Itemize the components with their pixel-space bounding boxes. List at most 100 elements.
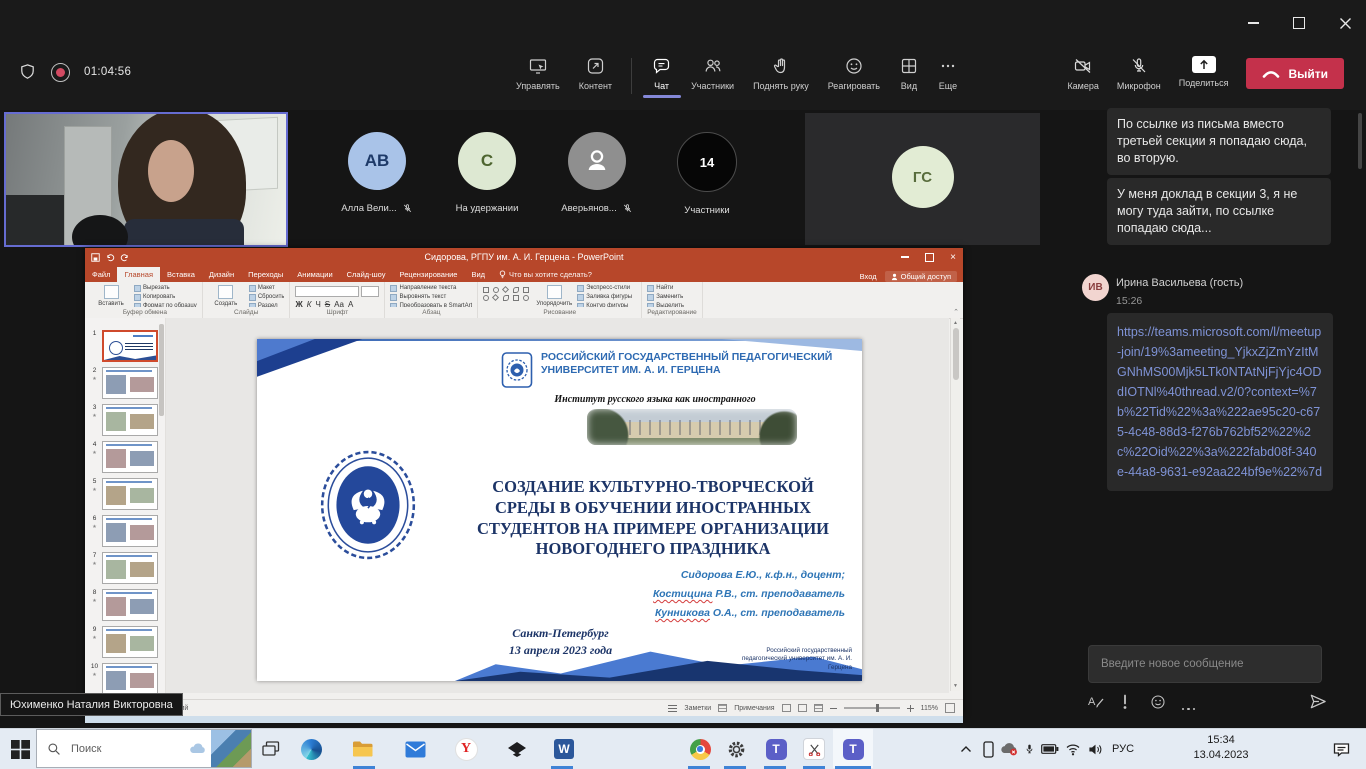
toolbar-more-button[interactable]: Еще (938, 56, 958, 91)
speaker-video-tile[interactable] (4, 112, 288, 247)
toolbar-view-button[interactable]: Вид (899, 56, 919, 91)
ribbon-item[interactable]: Найти (647, 285, 684, 292)
tab-insert[interactable]: Вставка (160, 267, 202, 282)
taskbar-app-teams[interactable]: T (764, 737, 788, 761)
ribbon-item[interactable]: Выровнять текст (390, 294, 472, 301)
leave-meeting-button[interactable]: Выйти (1246, 58, 1344, 89)
participants-overflow-tile[interactable]: 14 Участники (649, 132, 765, 216)
participant-tile[interactable]: АВ Алла Вели... (319, 132, 435, 214)
tab-file[interactable]: Файл (85, 267, 117, 282)
search-input[interactable] (69, 742, 189, 756)
start-button[interactable] (8, 737, 32, 761)
emoji-button[interactable] (1150, 694, 1166, 710)
toolbar-content-button[interactable]: Контент (579, 56, 612, 91)
shapes-gallery[interactable] (483, 284, 531, 307)
phone-link-tray-icon[interactable] (979, 729, 997, 769)
toolbar-chat-button[interactable]: Чат (651, 56, 672, 91)
taskbar-app-yandex-browser[interactable]: Y (454, 737, 478, 761)
slide-thumbnail-5[interactable]: 5★ (90, 478, 158, 510)
ribbon-big-button[interactable]: Упорядочить (536, 284, 572, 307)
slide-thumbnail-2[interactable]: 2★ (90, 367, 158, 399)
slide-thumbnail-7[interactable]: 7★ (90, 552, 158, 584)
ribbon-item[interactable]: Заливка фигуры (577, 294, 636, 301)
toolbar-react-button[interactable]: Реагировать (828, 56, 880, 91)
ribbon-item[interactable]: Направление текста (390, 285, 472, 292)
format-button[interactable]: A (1088, 694, 1105, 710)
taskbar-app-settings[interactable] (724, 737, 748, 761)
window-maximize-button[interactable] (1290, 14, 1308, 32)
slide-thumbnail-10[interactable]: 10★ (90, 663, 158, 693)
font-style-button[interactable]: Аа (334, 300, 344, 307)
taskbar-app-file-explorer[interactable] (351, 737, 375, 761)
ppt-close-button[interactable]: × (947, 251, 959, 263)
reading-view-icon[interactable] (814, 704, 823, 712)
fit-slide-icon[interactable] (945, 703, 955, 713)
tab-home[interactable]: Главная (117, 267, 160, 282)
zoom-in-icon[interactable] (907, 705, 914, 712)
tab-transitions[interactable]: Переходы (241, 267, 290, 282)
slide-thumbnail-3[interactable]: 3★ (90, 404, 158, 436)
tab-slideshow[interactable]: Слайд-шоу (340, 267, 393, 282)
slide-thumbnail-9[interactable]: 9★ (90, 626, 158, 658)
meeting-link[interactable]: https://teams.microsoft.com/l/meetup-joi… (1117, 325, 1322, 479)
tab-design[interactable]: Дизайн (202, 267, 241, 282)
zoom-slider[interactable] (844, 707, 900, 709)
ribbon-big-button[interactable]: Создать слайд (208, 284, 244, 307)
wifi-tray-icon[interactable] (1063, 729, 1083, 769)
slide-thumbnail-4[interactable]: 4★ (90, 441, 158, 473)
slide-thumbnail-1[interactable]: 1 (90, 330, 158, 362)
taskbar-app-teams-meeting-active[interactable]: T (833, 729, 873, 768)
font-style-button[interactable]: Ч (315, 300, 320, 307)
priority-button[interactable] (1122, 694, 1128, 710)
ribbon-item[interactable]: Заменить (647, 294, 684, 301)
tab-review[interactable]: Рецензирование (393, 267, 465, 282)
taskbar-clock[interactable]: 15:34 13.04.2023 (1192, 733, 1250, 763)
taskbar-app-dropbox[interactable] (505, 737, 529, 761)
more-options-button[interactable] (1180, 700, 1197, 718)
slide-thumbnail-8[interactable]: 8★ (90, 589, 158, 621)
quick-access-toolbar[interactable] (85, 253, 130, 262)
task-view-button[interactable] (259, 737, 283, 761)
window-minimize-button[interactable] (1244, 14, 1262, 32)
language-indicator[interactable]: РУС (1108, 729, 1138, 769)
sign-in-link[interactable]: Вход (860, 272, 877, 281)
thumbnail-scrollbar[interactable] (159, 324, 164, 416)
toolbar-raise-hand-button[interactable]: Поднять руку (753, 56, 809, 91)
notes-toggle[interactable]: Заметки (684, 705, 711, 712)
battery-tray-icon[interactable] (1039, 729, 1061, 769)
font-size-box[interactable] (361, 286, 379, 297)
taskbar-app-mail[interactable] (403, 737, 427, 761)
participant-video-tile[interactable]: ГС (805, 113, 1040, 245)
font-name-box[interactable] (295, 286, 359, 297)
participant-tile[interactable]: Аверьянов... (539, 132, 655, 214)
slide-canvas[interactable]: РОССИЙСКИЙ ГОСУДАРСТВЕННЫЙ ПЕДАГОГИЧЕСКИ… (257, 339, 862, 681)
volume-tray-icon[interactable] (1085, 729, 1105, 769)
ribbon-item[interactable]: Экспресс-стили (577, 285, 636, 292)
window-close-button[interactable] (1336, 14, 1354, 32)
action-center-button[interactable] (1328, 729, 1354, 769)
tell-me-box[interactable]: Что вы хотите сделать? (492, 267, 599, 282)
slide-sorter-view-icon[interactable] (798, 704, 807, 712)
collapse-ribbon-icon[interactable]: ⌃ (953, 308, 959, 316)
taskbar-app-snipping-tool[interactable] (802, 737, 826, 761)
hidden-icons-button[interactable] (957, 729, 975, 769)
normal-view-icon[interactable] (782, 704, 791, 712)
send-message-button[interactable] (1308, 692, 1328, 711)
shared-powerpoint-window[interactable]: Сидорова, РГПУ им. А. И. Герцена - Power… (85, 248, 963, 716)
share-screen-button[interactable]: Поделиться (1179, 56, 1229, 88)
zoom-out-icon[interactable] (830, 705, 837, 712)
ribbon-item[interactable]: Вырезать (134, 285, 197, 292)
onedrive-tray-icon[interactable] (999, 729, 1019, 769)
ribbon-item[interactable]: Сбросить (249, 294, 285, 301)
taskbar-app-word[interactable]: W (552, 737, 576, 761)
toolbar-manage-button[interactable]: Управлять (516, 56, 560, 91)
participant-tile[interactable]: С На удержании (429, 132, 545, 214)
ppt-share-button[interactable]: Общий доступ (885, 271, 957, 282)
slide-thumbnail-6[interactable]: 6★ (90, 515, 158, 547)
tab-animations[interactable]: Анимации (290, 267, 339, 282)
slide-scrollbar[interactable]: ▲▼ (950, 318, 960, 691)
zoom-level[interactable]: 115% (921, 705, 938, 712)
ribbon-big-button[interactable]: Вставить (93, 284, 129, 307)
font-style-button[interactable]: Ж (295, 300, 302, 307)
comments-toggle[interactable]: Примечания (734, 705, 774, 712)
